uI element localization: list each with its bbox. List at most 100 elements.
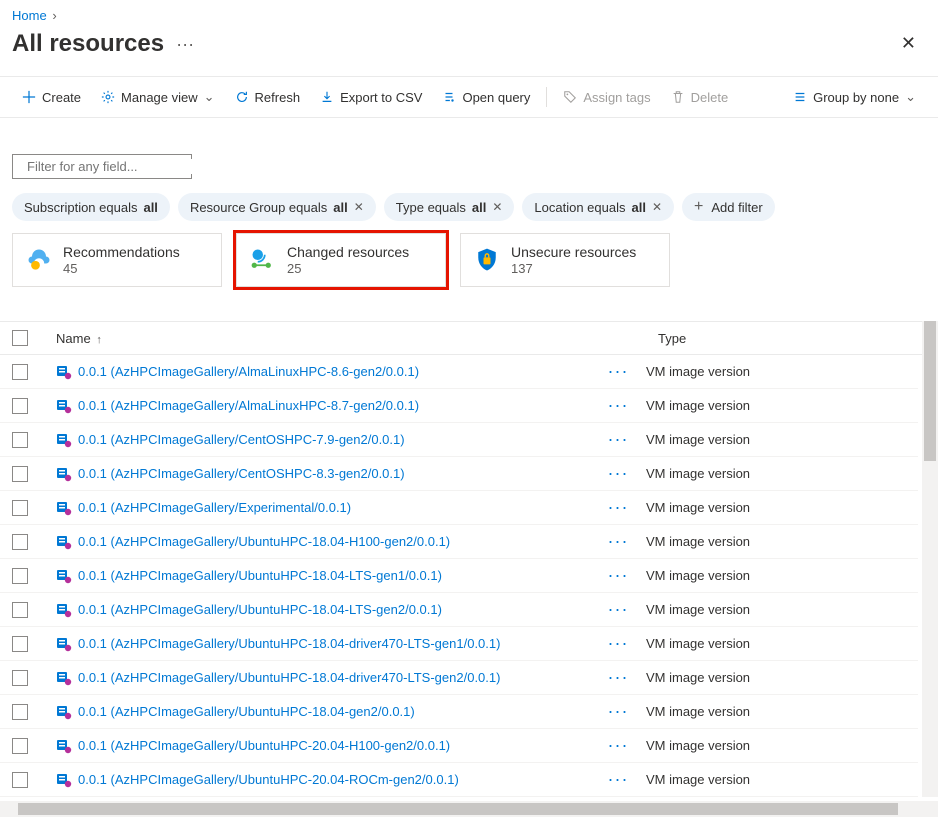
open-query-button[interactable]: Open query — [432, 84, 540, 111]
table-row: 0.0.1 (AzHPCImageGallery/UbuntuHPC-18.04… — [0, 525, 918, 559]
row-more-button[interactable]: ··· — [590, 429, 646, 450]
resource-link[interactable]: 0.0.1 (AzHPCImageGallery/UbuntuHPC-20.04… — [78, 738, 450, 753]
row-type: VM image version — [646, 568, 906, 583]
resource-link[interactable]: 0.0.1 (AzHPCImageGallery/UbuntuHPC-20.04… — [78, 772, 459, 787]
filters-area: Subscription equals all Resource Group e… — [0, 118, 938, 303]
row-checkbox[interactable] — [12, 466, 28, 482]
create-button[interactable]: Create — [12, 84, 91, 111]
row-more-button[interactable]: ··· — [590, 633, 646, 654]
pill-resource-group[interactable]: Resource Group equals all ✕ — [178, 193, 376, 221]
row-checkbox[interactable] — [12, 602, 28, 618]
row-checkbox[interactable] — [12, 738, 28, 754]
vm-image-icon — [56, 670, 72, 686]
table-row: 0.0.1 (AzHPCImageGallery/AlmaLinuxHPC-8.… — [0, 389, 918, 423]
export-csv-button[interactable]: Export to CSV — [310, 84, 432, 111]
row-name-cell: 0.0.1 (AzHPCImageGallery/AlmaLinuxHPC-8.… — [56, 364, 590, 380]
assign-tags-button: Assign tags — [553, 84, 660, 111]
resource-link[interactable]: 0.0.1 (AzHPCImageGallery/AlmaLinuxHPC-8.… — [78, 364, 419, 379]
pill-type-prefix: Type equals — [396, 200, 466, 215]
row-name-cell: 0.0.1 (AzHPCImageGallery/CentOSHPC-7.9-g… — [56, 432, 590, 448]
cloud-bulb-icon — [25, 246, 53, 274]
resource-link[interactable]: 0.0.1 (AzHPCImageGallery/CentOSHPC-7.9-g… — [78, 432, 405, 447]
group-by-button[interactable]: Group by none ⌄ — [783, 83, 926, 111]
row-checkbox[interactable] — [12, 500, 28, 516]
card-changed-resources[interactable]: Changed resources 25 — [236, 233, 446, 287]
manage-view-button[interactable]: Manage view ⌄ — [91, 83, 225, 111]
row-type: VM image version — [646, 466, 906, 481]
table-row: 0.0.1 (AzHPCImageGallery/UbuntuHPC-20.04… — [0, 729, 918, 763]
pill-rg-remove[interactable]: ✕ — [354, 200, 364, 214]
pill-subscription-prefix: Subscription equals — [24, 200, 137, 215]
pill-type-remove[interactable]: ✕ — [492, 200, 502, 214]
row-more-button[interactable]: ··· — [590, 531, 646, 552]
table-row: 0.0.1 (AzHPCImageGallery/UbuntuHPC-18.04… — [0, 695, 918, 729]
header-type[interactable]: Type — [658, 331, 918, 346]
row-checkbox[interactable] — [12, 398, 28, 414]
resource-link[interactable]: 0.0.1 (AzHPCImageGallery/UbuntuHPC-18.04… — [78, 602, 442, 617]
table-row: 0.0.1 (AzHPCImageGallery/Experimental/0.… — [0, 491, 918, 525]
row-checkbox[interactable] — [12, 670, 28, 686]
pill-add-filter[interactable]: + Add filter — [682, 193, 775, 221]
row-checkbox[interactable] — [12, 636, 28, 652]
open-query-label: Open query — [462, 90, 530, 105]
pill-subscription[interactable]: Subscription equals all — [12, 193, 170, 221]
chevron-down-icon: ⌄ — [905, 89, 916, 105]
horizontal-scrollbar[interactable] — [0, 801, 938, 817]
row-more-button[interactable]: ··· — [590, 769, 646, 790]
more-icon[interactable]: ··· — [176, 35, 194, 53]
resource-link[interactable]: 0.0.1 (AzHPCImageGallery/AlmaLinuxHPC-8.… — [78, 398, 419, 413]
pill-rg-prefix: Resource Group equals — [190, 200, 327, 215]
row-more-button[interactable]: ··· — [590, 497, 646, 518]
filter-input-wrap[interactable] — [12, 154, 192, 179]
header-name[interactable]: Name ↑ — [56, 331, 602, 346]
row-more-button[interactable]: ··· — [590, 599, 646, 620]
card-unsecure-resources[interactable]: Unsecure resources 137 — [460, 233, 670, 287]
row-more-button[interactable]: ··· — [590, 701, 646, 722]
row-checkbox[interactable] — [12, 364, 28, 380]
row-more-button[interactable]: ··· — [590, 735, 646, 756]
refresh-button[interactable]: Refresh — [225, 84, 311, 111]
row-type: VM image version — [646, 500, 906, 515]
resource-link[interactable]: 0.0.1 (AzHPCImageGallery/UbuntuHPC-18.04… — [78, 534, 450, 549]
download-icon — [320, 90, 334, 104]
refresh-icon — [235, 90, 249, 104]
row-checkbox[interactable] — [12, 704, 28, 720]
row-type: VM image version — [646, 602, 906, 617]
resource-link[interactable]: 0.0.1 (AzHPCImageGallery/UbuntuHPC-18.04… — [78, 704, 415, 719]
pill-location[interactable]: Location equals all ✕ — [522, 193, 674, 221]
row-checkbox[interactable] — [12, 772, 28, 788]
list-icon — [793, 90, 807, 104]
row-more-button[interactable]: ··· — [590, 565, 646, 586]
gear-icon — [101, 90, 115, 104]
query-icon — [442, 90, 456, 104]
resource-link[interactable]: 0.0.1 (AzHPCImageGallery/UbuntuHPC-18.04… — [78, 670, 500, 685]
row-more-button[interactable]: ··· — [590, 361, 646, 382]
change-icon — [249, 246, 277, 274]
resource-link[interactable]: 0.0.1 (AzHPCImageGallery/Experimental/0.… — [78, 500, 351, 515]
resource-link[interactable]: 0.0.1 (AzHPCImageGallery/CentOSHPC-8.3-g… — [78, 466, 405, 481]
pill-type-value: all — [472, 200, 486, 215]
row-more-button[interactable]: ··· — [590, 395, 646, 416]
vertical-scrollbar[interactable] — [922, 321, 938, 797]
row-more-button[interactable]: ··· — [590, 667, 646, 688]
card-recommendations[interactable]: Recommendations 45 — [12, 233, 222, 287]
row-checkbox[interactable] — [12, 432, 28, 448]
filter-input[interactable] — [27, 159, 203, 174]
row-type: VM image version — [646, 772, 906, 787]
card-changed-count: 25 — [287, 261, 409, 276]
vm-image-icon — [56, 398, 72, 414]
vm-image-icon — [56, 636, 72, 652]
pill-type[interactable]: Type equals all ✕ — [384, 193, 515, 221]
close-button[interactable]: ✕ — [891, 29, 926, 58]
row-checkbox[interactable] — [12, 534, 28, 550]
select-all-checkbox[interactable] — [12, 330, 28, 346]
resource-link[interactable]: 0.0.1 (AzHPCImageGallery/UbuntuHPC-18.04… — [78, 636, 500, 651]
row-more-button[interactable]: ··· — [590, 463, 646, 484]
breadcrumb-home[interactable]: Home — [12, 8, 47, 23]
trash-icon — [671, 90, 685, 104]
resource-grid: Name ↑ Type 0.0.1 (AzHPCImageGallery/Alm… — [0, 321, 938, 797]
resource-link[interactable]: 0.0.1 (AzHPCImageGallery/UbuntuHPC-18.04… — [78, 568, 442, 583]
row-name-cell: 0.0.1 (AzHPCImageGallery/UbuntuHPC-18.04… — [56, 534, 590, 550]
row-checkbox[interactable] — [12, 568, 28, 584]
pill-location-remove[interactable]: ✕ — [652, 200, 662, 214]
